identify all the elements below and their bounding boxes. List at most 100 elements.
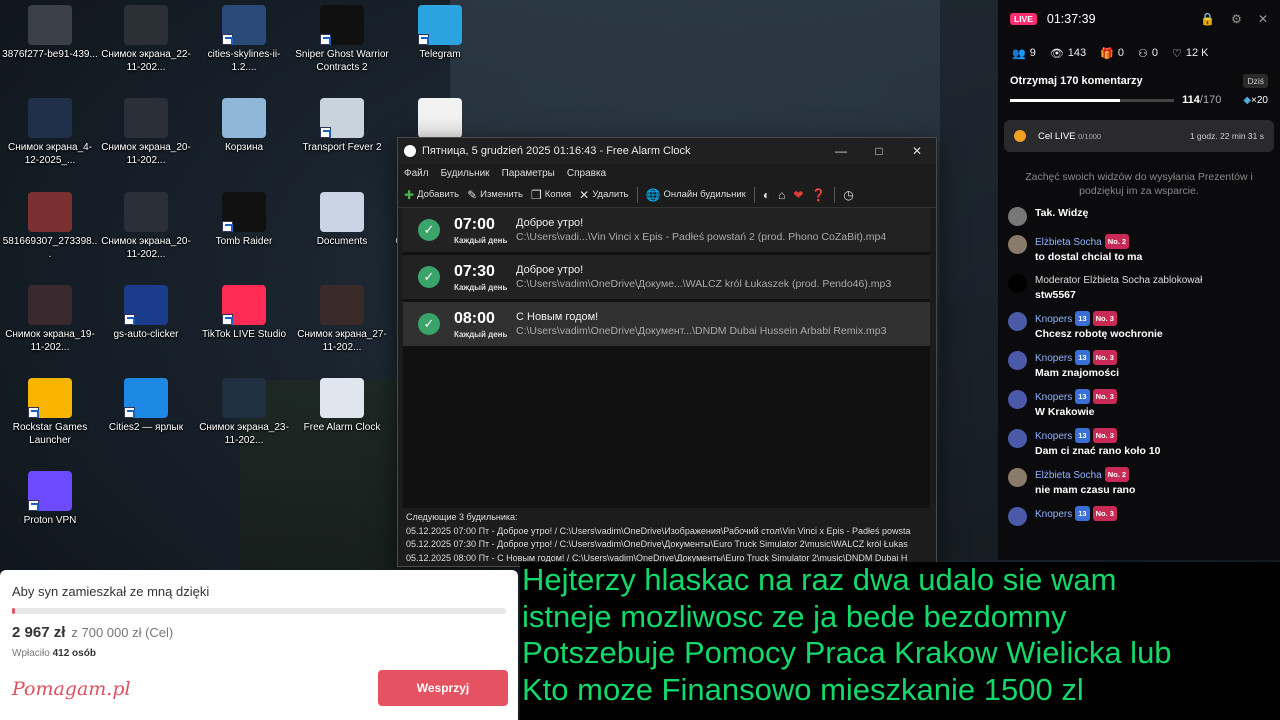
desktop-icon-label: Telegram bbox=[419, 49, 461, 60]
delete-button[interactable]: ✕ Удалить bbox=[579, 188, 628, 202]
copy-button[interactable]: ❐ Копия bbox=[531, 188, 571, 202]
next-alarm-line: 05.12.2025 07:00 Пт - Доброе утро! / C:\… bbox=[406, 525, 911, 536]
alarm-enabled-check-icon[interactable]: ✓ bbox=[418, 266, 440, 288]
desktop-icon[interactable]: Telegram bbox=[392, 5, 488, 61]
chat-message[interactable]: Moderator Elżbieta Socha zablokował stw55… bbox=[1008, 273, 1270, 303]
chat-message[interactable]: Knopers 13 No. 3 W Krakowie bbox=[1008, 389, 1270, 420]
live-stats: 👥 9 👁 143 🎁 0 ⚇ 0 ♡ 12 K bbox=[998, 38, 1280, 68]
people-icon: 👥 bbox=[1012, 47, 1026, 60]
desktop-icon[interactable]: Снимок экрана_22-11-202... bbox=[98, 5, 194, 74]
desktop-icon[interactable]: Rockstar Games Launcher bbox=[2, 378, 98, 447]
avatar bbox=[1008, 235, 1027, 254]
desktop-icon[interactable]: Sniper Ghost Warrior Contracts 2 bbox=[294, 5, 390, 74]
help-button[interactable]: ❓ bbox=[811, 188, 826, 202]
window-titlebar[interactable]: Пятница, 5 grudzień 2025 01:16:43 - Free… bbox=[398, 138, 936, 164]
live-goal-label: Cel LIVE bbox=[1038, 130, 1076, 142]
delete-icon: ✕ bbox=[579, 187, 590, 202]
alarm-file: C:\Users\vadim\OneDrive\Документ...\DNDM… bbox=[516, 325, 887, 337]
desktop-icon[interactable]: Снимок экрана_20-11-202... bbox=[98, 192, 194, 261]
chat-message[interactable]: Tak. Widzę bbox=[1008, 206, 1270, 226]
desktop-icon[interactable]: cities-skylines-ii-1.2.... bbox=[196, 5, 292, 74]
lock-icon[interactable]: 🔒 bbox=[1200, 12, 1215, 26]
menu-file[interactable]: Файл bbox=[404, 168, 429, 179]
add-button[interactable]: ✚ Добавить bbox=[404, 188, 459, 202]
chat-message[interactable]: Knopers 13 No. 3 Dam ci znać rano koło 10 bbox=[1008, 428, 1270, 459]
desktop-icon[interactable]: Снимок экрана_27-11-202... bbox=[294, 285, 390, 354]
chat-message[interactable]: Elżbieta Socha No. 2 to dostal chcial to m… bbox=[1008, 234, 1270, 265]
chat-badge: No. 3 bbox=[1092, 428, 1117, 443]
chat-username[interactable]: Knopers bbox=[1035, 509, 1072, 520]
maximize-button[interactable]: □ bbox=[860, 144, 898, 158]
desktop-icon[interactable]: Cities2 — ярлык bbox=[98, 378, 194, 434]
online-alarm-button[interactable]: 🌐 Онлайн будильник bbox=[646, 188, 746, 202]
desktop-icon[interactable]: Снимок экрана_23-11-202... bbox=[196, 378, 292, 447]
chat-username[interactable]: Elżbieta Socha bbox=[1035, 470, 1102, 481]
minimize-button[interactable]: — bbox=[822, 144, 860, 158]
edit-button[interactable]: ✎ Изменить bbox=[467, 188, 523, 202]
shortcut-arrow-icon bbox=[418, 34, 429, 45]
shortcut-arrow-icon bbox=[124, 407, 135, 418]
desktop-icon[interactable]: 3876f277-be91-439... bbox=[2, 5, 98, 61]
pomagam-logo: Pomagam.pl bbox=[12, 678, 131, 700]
support-button[interactable]: Wesprzyj bbox=[378, 670, 508, 706]
alarm-row[interactable]: ✓ 07:30 Каждый день Доброе утро! C:\Users\… bbox=[403, 255, 930, 299]
desktop-icon[interactable]: 581669307_273398... bbox=[2, 192, 98, 261]
plus-icon: ✚ bbox=[404, 187, 415, 202]
desktop-icon-label: Снимок экрана_4-12-2025_... bbox=[7, 142, 93, 166]
telegram-icon bbox=[418, 5, 462, 45]
shortcut-arrow-icon bbox=[320, 34, 331, 45]
alarm-enabled-check-icon[interactable]: ✓ bbox=[418, 313, 440, 335]
alarm-file: C:\Users\vadi...\Vin Vinci x Epis - Padł… bbox=[516, 231, 887, 243]
menu-settings[interactable]: Параметры bbox=[502, 168, 555, 179]
chat-message[interactable]: Knopers 13 No. 3 Mam znajomości bbox=[1008, 350, 1270, 381]
chat-username[interactable]: Knopers bbox=[1035, 353, 1072, 364]
desktop-icon[interactable]: gs-auto-clicker bbox=[98, 285, 194, 341]
desktop-icon[interactable]: Documents bbox=[294, 192, 390, 248]
chat-badge: No. 3 bbox=[1092, 311, 1117, 326]
close-button[interactable]: ✕ bbox=[898, 144, 936, 158]
desktop-icon[interactable]: Transport Fever 2 bbox=[294, 98, 390, 154]
clock-icon: ◷ bbox=[843, 187, 854, 202]
menu-help[interactable]: Справка bbox=[567, 168, 606, 179]
desktop-icon-label: Снимок экрана_19-11-202... bbox=[5, 329, 95, 353]
theme-toggle-button[interactable]: ◐ bbox=[763, 188, 770, 202]
chat-message[interactable]: Knopers 13 No. 3 bbox=[1008, 506, 1270, 526]
settings-icon[interactable]: ⚙ bbox=[1231, 12, 1242, 26]
desktop-icon[interactable]: Free Alarm Clock bbox=[294, 378, 390, 434]
chat-message[interactable]: Knopers 13 No. 3 Chcesz robotę wochronie bbox=[1008, 311, 1270, 342]
menu-alarm[interactable]: Будильник bbox=[441, 168, 490, 179]
home-button[interactable]: ⌂ bbox=[778, 188, 785, 202]
close-icon[interactable]: ✕ bbox=[1258, 12, 1268, 26]
alarm-enabled-check-icon[interactable]: ✓ bbox=[418, 219, 440, 241]
desktop-icon[interactable]: Снимок экрана_20-11-202... bbox=[98, 98, 194, 167]
desktop-icon[interactable]: Proton VPN bbox=[2, 471, 98, 527]
window-title: Пятница, 5 grudzień 2025 01:16:43 - Free… bbox=[422, 145, 691, 157]
desktop-icon[interactable]: TikTok LIVE Studio bbox=[196, 285, 292, 341]
moderation-icon bbox=[1008, 274, 1027, 293]
screenshot-thumbnail-icon bbox=[320, 285, 364, 325]
chat-username[interactable]: Knopers bbox=[1035, 431, 1072, 442]
edit-icon: ✎ bbox=[467, 187, 478, 202]
desktop-icon[interactable]: Снимок экрана_19-11-202... bbox=[2, 285, 98, 354]
chat-message[interactable]: Elżbieta Socha No. 2 nie mam czasu rano bbox=[1008, 467, 1270, 498]
desktop-icon[interactable]: Корзина bbox=[196, 98, 292, 154]
folder-icon bbox=[320, 192, 364, 232]
chat-username[interactable]: Moderator Elżbieta Socha zablokował bbox=[1035, 275, 1202, 286]
desktop-icon[interactable]: Снимок экрана_4-12-2025_... bbox=[2, 98, 98, 167]
desktop-icon[interactable] bbox=[392, 98, 488, 141]
chat-text: Dam ci znać rano koło 10 bbox=[1035, 445, 1161, 457]
clock-button[interactable]: ◷ bbox=[843, 188, 853, 202]
sgw-logo-icon bbox=[320, 5, 364, 45]
goal-title: Otrzymaj 170 komentarzy bbox=[1010, 75, 1143, 87]
chat-username[interactable]: Knopers bbox=[1035, 392, 1072, 403]
alarm-row[interactable]: ✓ 08:00 Каждый день С Новым годом! C:\User… bbox=[403, 302, 930, 346]
alarm-time: 07:00 bbox=[454, 215, 495, 233]
goal-progress-fill bbox=[1010, 98, 1120, 102]
chat-username[interactable]: Knopers bbox=[1035, 314, 1072, 325]
fundraiser-goal: z 700 000 zł (Cel) bbox=[71, 625, 174, 640]
alarm-row[interactable]: ✓ 07:00 Каждый день Доброе утро! C:\Users\… bbox=[403, 208, 930, 252]
donate-button[interactable]: ❤ bbox=[793, 188, 803, 202]
live-goal-card[interactable]: Cel LIVE 0/1000 1 godz. 22 min 31 s bbox=[1004, 120, 1274, 152]
chat-username[interactable]: Elżbieta Socha bbox=[1035, 237, 1102, 248]
desktop-icon[interactable]: Tomb Raider bbox=[196, 192, 292, 248]
